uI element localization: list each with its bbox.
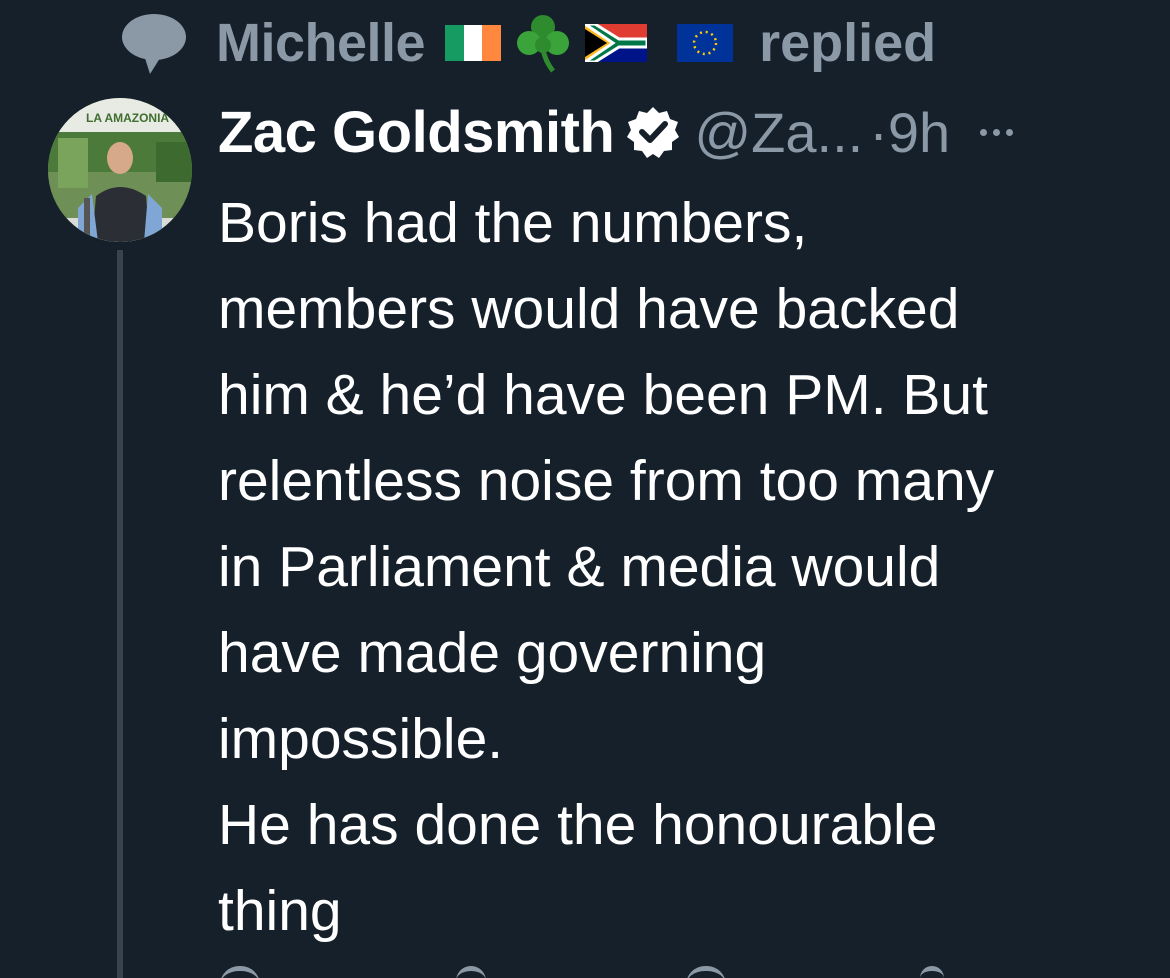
tweet-header: Zac Goldsmith @Za... · 9h — [218, 92, 1014, 172]
ireland-flag-icon — [445, 25, 502, 61]
speech-bubble-icon — [122, 14, 186, 74]
south-africa-flag-icon — [585, 24, 648, 62]
avatar-image: LA AMAZONIA — [48, 98, 192, 242]
tweet-text: Boris had the numbers, members would hav… — [218, 180, 1158, 954]
author-name[interactable]: Zac Goldsmith — [218, 99, 615, 166]
eu-flag-icon — [677, 24, 734, 62]
like-icon[interactable] — [686, 966, 726, 978]
share-icon[interactable] — [920, 966, 944, 978]
tweet-text-line: thing — [218, 879, 342, 943]
tweet-text-line: He has done the honourable — [218, 793, 938, 857]
tweet-text-line: Boris had the numbers, — [218, 191, 808, 255]
more-options-icon[interactable] — [980, 128, 1014, 136]
retweet-icon[interactable] — [456, 966, 486, 978]
author-avatar[interactable]: LA AMAZONIA — [48, 98, 192, 242]
tweet-text-line: him & he’d have been PM. But — [218, 363, 988, 427]
social-context: Michelle replied — [120, 8, 936, 78]
reply-icon[interactable] — [220, 966, 260, 978]
avatar-banner-text: LA AMAZONIA — [86, 111, 169, 125]
author-handle[interactable]: @Za... — [694, 100, 863, 165]
tweet-timestamp[interactable]: 9h — [888, 100, 950, 165]
flag-emojis — [445, 13, 747, 73]
tweet-action-bar — [218, 966, 1118, 978]
tweet-text-line: impossible. — [218, 707, 504, 771]
context-action-label: replied — [759, 13, 937, 73]
tweet-text-line: have made governing — [218, 621, 767, 685]
thread-connector-line — [117, 250, 123, 978]
verified-badge-icon — [627, 107, 680, 158]
separator-dot: · — [869, 100, 888, 164]
tweet-text-line: members would have backed — [218, 277, 960, 341]
tweet-text-line: in Parliament & media would — [218, 535, 941, 599]
shamrock-icon — [517, 15, 570, 73]
context-user-name[interactable]: Michelle — [216, 12, 426, 74]
tweet-text-line: relentless noise from too many — [218, 449, 995, 513]
